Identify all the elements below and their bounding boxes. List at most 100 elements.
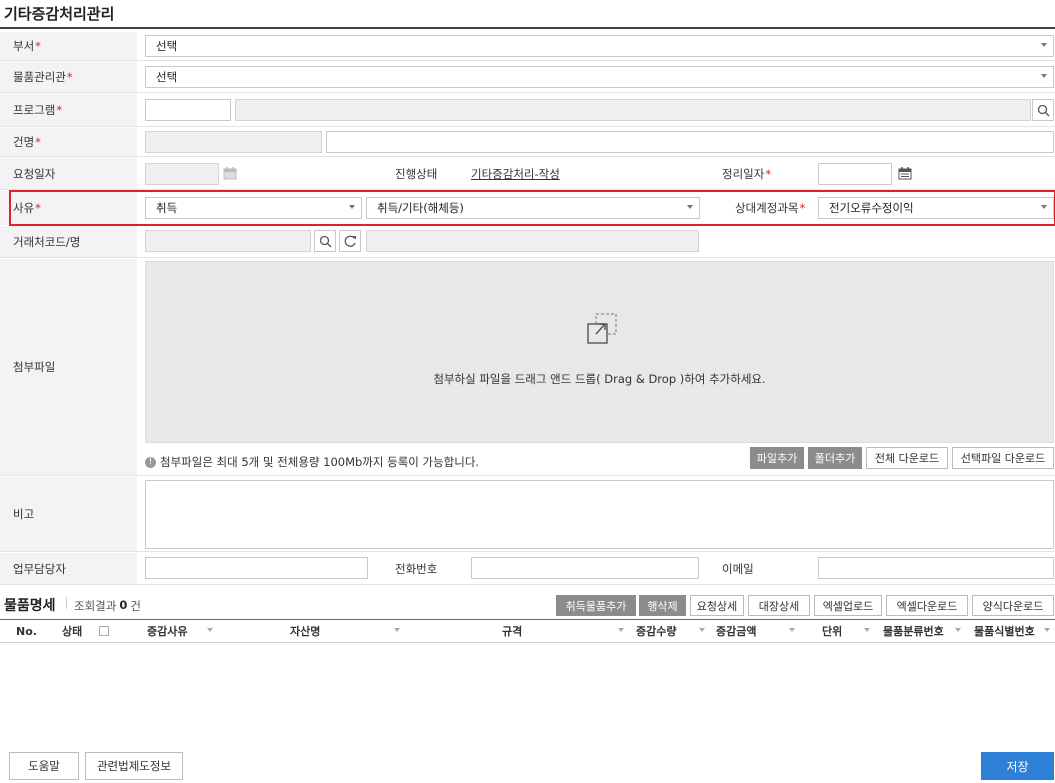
col-no: No. (16, 624, 37, 638)
col-class-no[interactable]: 물품분류번호 (883, 620, 944, 642)
manager-label: 물품관리관 * (0, 62, 137, 92)
chevron-down-icon (1041, 74, 1047, 78)
col-status[interactable]: 상태 (62, 620, 82, 642)
client-row: 거래처코드/명 (0, 226, 1055, 258)
add-acquire-button[interactable]: 취득물품추가 (556, 595, 636, 616)
dept-select[interactable]: 선택 (145, 35, 1054, 57)
request-date-field (145, 163, 219, 185)
program-name-field (235, 99, 1031, 121)
note-textarea[interactable] (145, 480, 1054, 549)
request-date-label: 요청일자 (0, 158, 137, 189)
count-value: 0 (119, 598, 128, 612)
dept-select-value: 선택 (156, 39, 178, 53)
subject-input[interactable] (326, 131, 1054, 153)
staff-label: 업무담당자 (0, 553, 137, 584)
required-mark: * (56, 103, 63, 117)
sort-arrow-icon (207, 628, 213, 632)
attach-info-text: 첨부파일은 최대 5개 및 전체용량 100Mb까지 등록이 가능합니다. (160, 455, 480, 469)
calendar-icon (898, 167, 912, 180)
sort-arrow-icon (618, 628, 624, 632)
note-row: 비고 (0, 477, 1055, 552)
subject-code-field (145, 131, 322, 153)
manager-select[interactable]: 선택 (145, 66, 1054, 88)
chevron-down-icon (1041, 43, 1047, 47)
add-file-button[interactable]: 파일추가 (750, 447, 804, 469)
attach-label: 첨부파일 (0, 259, 137, 475)
phone-input[interactable] (471, 557, 699, 579)
client-search-button[interactable] (314, 230, 336, 252)
excel-upload-button[interactable]: 엑셀업로드 (814, 595, 882, 616)
col-asset-name[interactable]: 자산명 (290, 620, 320, 642)
title-separator (66, 597, 67, 609)
drop-instruction: 첨부하실 파일을 드래그 앤드 드롭( Drag & Drop )하여 추가하세… (433, 372, 766, 386)
upload-icon (585, 312, 619, 349)
page-title: 기타증감처리관리 (4, 5, 115, 23)
file-drop-zone[interactable]: 첨부하실 파일을 드래그 앤드 드롭( Drag & Drop )하여 추가하세… (145, 261, 1054, 443)
excel-download-button[interactable]: 엑셀다운로드 (886, 595, 968, 616)
download-all-button[interactable]: 전체 다운로드 (866, 447, 948, 469)
items-title: 물품명세 (4, 598, 56, 614)
col-qty[interactable]: 증감수량 (636, 620, 676, 642)
search-icon (319, 235, 331, 247)
email-label: 이메일 (722, 562, 754, 576)
attach-info: ! 첨부파일은 최대 5개 및 전체용량 100Mb까지 등록이 가능합니다. (145, 454, 479, 470)
search-icon (1037, 104, 1049, 116)
manager-select-value: 선택 (156, 70, 178, 84)
program-code-input[interactable] (145, 99, 231, 121)
count-unit: 건 (130, 599, 141, 613)
note-label: 비고 (0, 477, 137, 551)
calendar-button[interactable] (898, 167, 912, 183)
sort-arrow-icon (699, 628, 705, 632)
required-mark: * (35, 135, 41, 149)
program-label: 프로그램 * (0, 94, 137, 126)
col-reason[interactable]: 증감사유 (147, 620, 187, 642)
dept-label: 부서 * (0, 32, 137, 60)
delete-row-button[interactable]: 행삭제 (639, 595, 686, 616)
sort-arrow-icon (864, 628, 870, 632)
law-info-button[interactable]: 관련법제도정보 (85, 752, 183, 780)
client-label: 거래처코드/명 (0, 226, 137, 257)
required-mark: * (66, 70, 73, 84)
info-icon: ! (145, 456, 156, 468)
count-label: 조회결과 (74, 599, 117, 613)
manager-row: 물품관리관 * 선택 (0, 62, 1055, 93)
phone-label: 전화번호 (395, 562, 438, 576)
col-amount[interactable]: 증감금액 (716, 620, 756, 642)
required-mark: * (765, 167, 772, 181)
help-button[interactable]: 도움말 (9, 752, 79, 780)
date-row: 요청일자 진행상태 기타증감처리-작성 정리일자 * (0, 158, 1055, 190)
sort-arrow-icon (394, 628, 400, 632)
client-reset-button[interactable] (339, 230, 361, 252)
client-name-field (366, 230, 699, 252)
subject-row: 건명 * (0, 128, 1055, 157)
email-input[interactable] (818, 557, 1054, 579)
status-value: 기타증감처리-작성 (471, 167, 560, 181)
subject-label: 건명 * (0, 128, 137, 156)
dept-row: 부서 * 선택 (0, 32, 1055, 61)
save-button[interactable]: 저장 (981, 752, 1054, 780)
staff-input[interactable] (145, 557, 368, 579)
col-unit[interactable]: 단위 (822, 620, 842, 642)
ledger-detail-button[interactable]: 대장상세 (748, 595, 810, 616)
program-row: 프로그램 * (0, 94, 1055, 127)
items-grid-body[interactable] (0, 643, 1055, 743)
program-search-button[interactable] (1032, 99, 1054, 121)
col-spec[interactable]: 규격 (502, 620, 522, 642)
add-folder-button[interactable]: 폴더추가 (808, 447, 862, 469)
sort-arrow-icon (955, 628, 961, 632)
settle-date-input[interactable] (818, 163, 892, 185)
col-id-no[interactable]: 물품식별번호 (974, 620, 1035, 642)
request-detail-button[interactable]: 요청상세 (690, 595, 744, 616)
sort-arrow-icon (789, 628, 795, 632)
sort-arrow-icon (1044, 628, 1050, 632)
download-selected-button[interactable]: 선택파일 다운로드 (952, 447, 1054, 469)
items-count: 조회결과 0 건 (74, 598, 141, 614)
staff-row: 업무담당자 전화번호 이메일 (0, 553, 1055, 585)
select-all-checkbox[interactable] (99, 626, 109, 636)
reason-highlight-box (9, 190, 1055, 226)
title-divider (0, 27, 1055, 29)
calendar-icon (223, 167, 237, 183)
form-download-button[interactable]: 양식다운로드 (972, 595, 1054, 616)
refresh-icon (344, 235, 356, 247)
client-code-field (145, 230, 311, 252)
